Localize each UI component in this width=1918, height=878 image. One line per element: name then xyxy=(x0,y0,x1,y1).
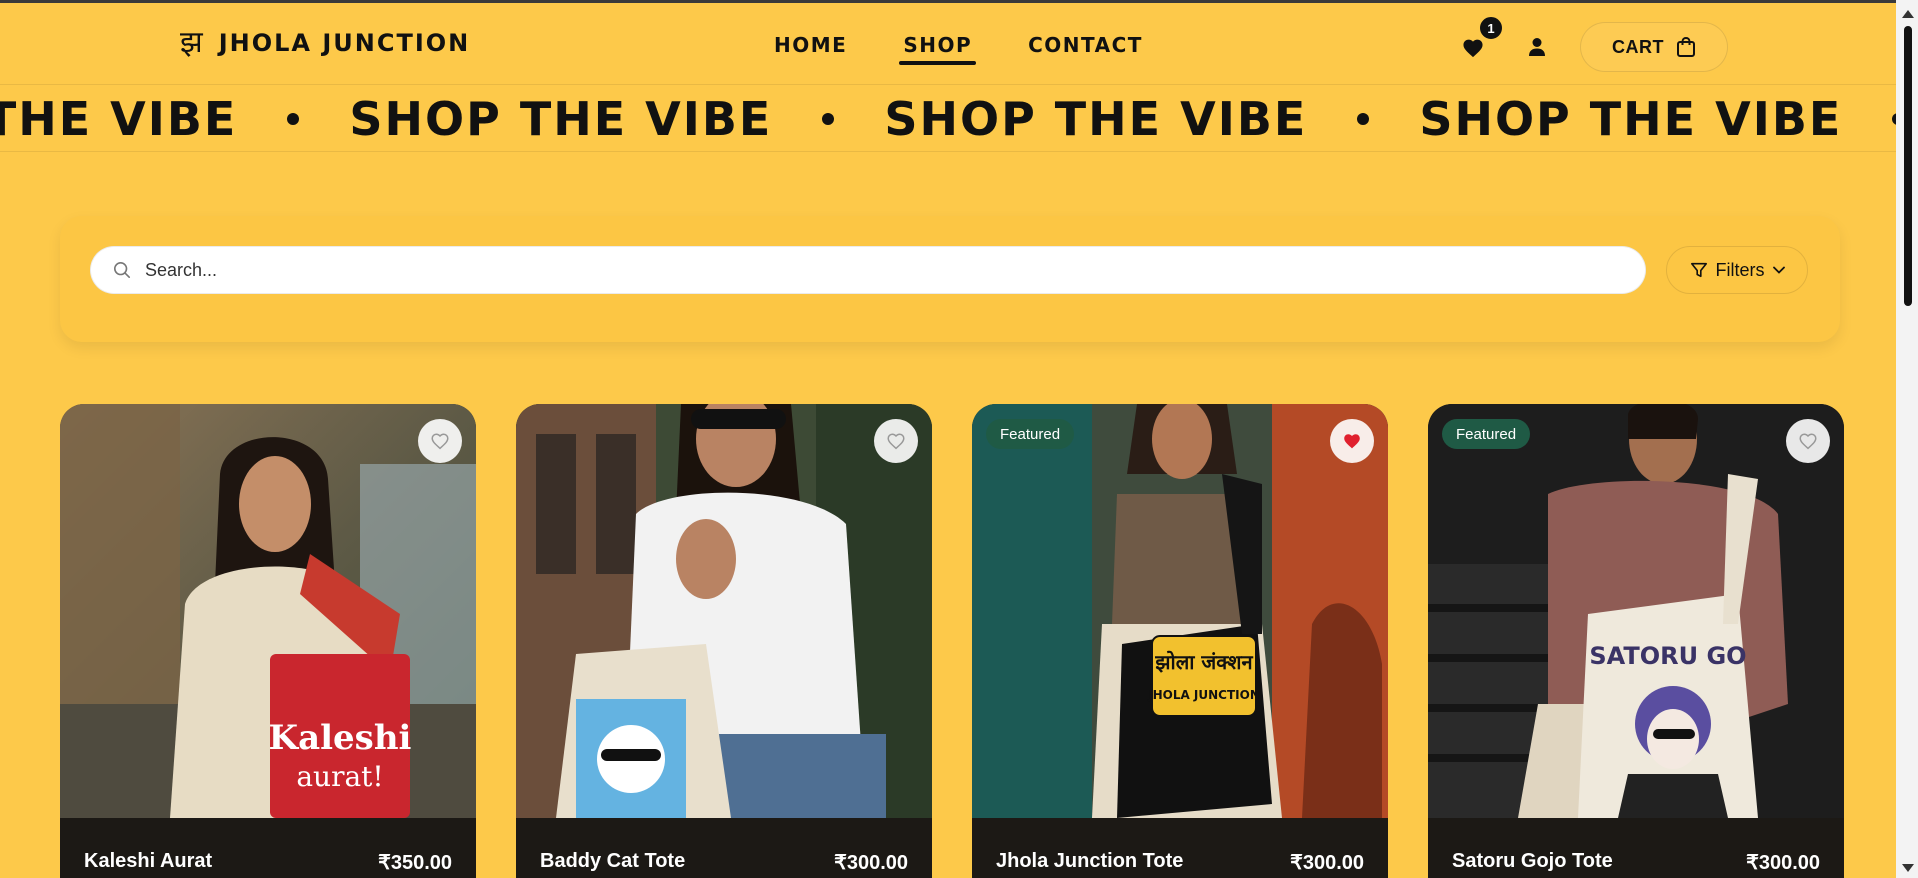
scroll-up-arrow[interactable] xyxy=(1902,10,1914,18)
nav-home[interactable]: HOME xyxy=(766,29,855,65)
scrollbar-thumb[interactable] xyxy=(1904,26,1912,306)
product-price: ₹350.00 xyxy=(378,852,452,874)
product-image: Kaleshi aurat! xyxy=(60,404,476,818)
nav-contact[interactable]: CONTACT xyxy=(1020,29,1151,65)
brand-logo[interactable]: झ JHOLA JUNCTION xyxy=(180,25,470,61)
marquee-track: OP THE VIBE SHOP THE VIBE SHOP THE VIBE … xyxy=(0,86,1896,151)
search-input[interactable] xyxy=(145,259,1545,281)
cart-label: CART xyxy=(1612,36,1664,57)
bag-print-text: SATORU GO xyxy=(1589,642,1746,670)
product-price: ₹300.00 xyxy=(834,852,908,874)
brand-name: JHOLA JUNCTION xyxy=(218,29,471,57)
product-info: Satoru Gojo Tote ₹300.00 xyxy=(1428,818,1844,878)
search-icon xyxy=(113,261,131,279)
favorite-button[interactable] xyxy=(874,419,918,463)
cart-button[interactable]: CART xyxy=(1580,22,1728,72)
product-card[interactable]: Baddy Cat Tote ₹300.00 xyxy=(516,404,932,878)
marquee-separator xyxy=(822,113,835,125)
logo-mark-icon: झ xyxy=(180,25,203,60)
heart-outline-icon xyxy=(1799,433,1817,450)
product-image: SATORU GO xyxy=(1428,404,1844,818)
product-name: Jhola Junction Tote xyxy=(996,850,1184,872)
favorite-button[interactable] xyxy=(418,419,462,463)
account-button[interactable] xyxy=(1524,34,1550,60)
heart-outline-icon xyxy=(887,433,905,450)
shopping-bag-icon xyxy=(1677,36,1695,57)
bag-print-text: JHOLA JUNCTION xyxy=(1147,688,1260,702)
product-info: Baddy Cat Tote ₹300.00 xyxy=(516,818,932,878)
marquee-text: SHOP THE VIBE xyxy=(1419,92,1843,146)
product-name: Satoru Gojo Tote xyxy=(1452,850,1613,872)
promo-marquee: OP THE VIBE SHOP THE VIBE SHOP THE VIBE … xyxy=(0,86,1896,152)
bag-print-text: aurat! xyxy=(296,760,383,793)
featured-tag: Featured xyxy=(1442,419,1531,449)
page-scrollbar[interactable] xyxy=(1896,0,1918,878)
search-bar[interactable] xyxy=(90,246,1646,294)
favorite-button[interactable] xyxy=(1786,419,1830,463)
marquee-separator xyxy=(1357,113,1370,125)
nav-shop[interactable]: SHOP xyxy=(895,29,980,65)
product-price: ₹300.00 xyxy=(1746,852,1820,874)
product-card[interactable]: SATORU GO Featured Satoru Gojo Tote ₹300… xyxy=(1428,404,1844,878)
product-image xyxy=(516,404,932,818)
heart-filled-icon xyxy=(1344,434,1360,449)
search-panel: Filters xyxy=(60,216,1840,342)
product-info: Kaleshi Aurat ₹350.00 xyxy=(60,818,476,878)
marquee-text: SHOP THE VIBE xyxy=(884,92,1308,146)
marquee-text: OP THE VIBE xyxy=(0,92,238,146)
user-icon xyxy=(1529,38,1545,56)
product-image: झोला जंक्शन JHOLA JUNCTION xyxy=(972,404,1388,818)
main-nav: HOME SHOP CONTACT xyxy=(766,29,1151,65)
product-price: ₹300.00 xyxy=(1290,852,1364,874)
favorite-button[interactable] xyxy=(1330,419,1374,463)
bag-print-text: Kaleshi xyxy=(269,718,412,758)
product-info: Jhola Junction Tote ₹300.00 xyxy=(972,818,1388,878)
product-name: Kaleshi Aurat xyxy=(84,850,213,872)
site-header: झ JHOLA JUNCTION HOME SHOP CONTACT 1 CAR… xyxy=(0,3,1896,85)
heart-outline-icon xyxy=(431,433,449,450)
bag-print-text: झोला जंक्शन xyxy=(1154,650,1253,674)
filters-label: Filters xyxy=(1715,259,1765,280)
chevron-down-icon xyxy=(1772,266,1785,274)
scroll-down-arrow[interactable] xyxy=(1902,864,1914,872)
marquee-text: SHOP THE VIBE xyxy=(349,92,773,146)
heart-icon xyxy=(1463,39,1483,58)
filters-button[interactable]: Filters xyxy=(1666,246,1808,294)
product-card[interactable]: Kaleshi aurat! Kaleshi Aurat ₹350.00 xyxy=(60,404,476,878)
featured-tag: Featured xyxy=(986,419,1075,449)
product-name: Baddy Cat Tote xyxy=(540,850,686,872)
product-card[interactable]: झोला जंक्शन JHOLA JUNCTION Featured Jhol… xyxy=(972,404,1388,878)
filter-icon xyxy=(1690,262,1707,278)
marquee-separator xyxy=(287,113,300,125)
wishlist-count-badge: 1 xyxy=(1478,15,1504,41)
